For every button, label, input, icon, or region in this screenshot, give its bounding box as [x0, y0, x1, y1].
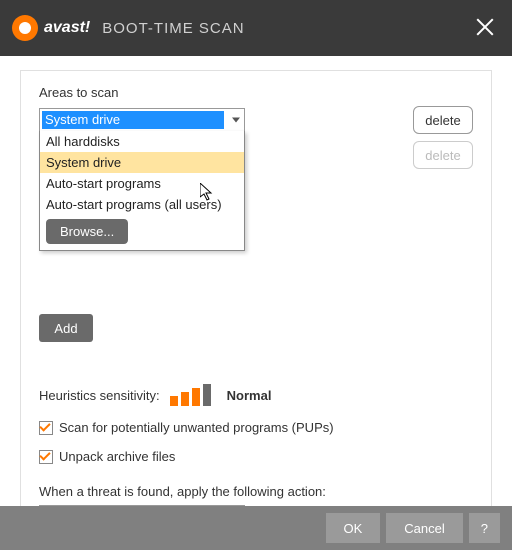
delete-button-1[interactable]: delete: [413, 106, 473, 134]
threat-action-label: When a threat is found, apply the follow…: [39, 484, 473, 499]
ok-button[interactable]: OK: [326, 513, 381, 543]
help-button[interactable]: ?: [469, 513, 500, 543]
add-button[interactable]: Add: [39, 314, 93, 342]
dropdown-option-autostart-allusers[interactable]: Auto-start programs (all users): [40, 194, 244, 215]
brand-text: avast!: [44, 19, 90, 37]
brand-logo: avast! BOOT-TIME SCAN: [12, 15, 245, 41]
areas-label: Areas to scan: [39, 85, 473, 100]
window-title: BOOT-TIME SCAN: [102, 20, 244, 37]
close-icon[interactable]: [474, 16, 496, 38]
browse-button[interactable]: Browse...: [46, 219, 128, 244]
footer-bar: OK Cancel ?: [0, 506, 512, 550]
checkbox-pups[interactable]: [39, 421, 53, 435]
cancel-button[interactable]: Cancel: [386, 513, 462, 543]
checkbox-unpack[interactable]: [39, 450, 53, 464]
checkbox-pups-label: Scan for potentially unwanted programs (…: [59, 420, 334, 435]
chevron-down-icon: [232, 118, 240, 123]
area-row-1: System drive delete: [39, 106, 473, 134]
sensitivity-bars-icon[interactable]: [170, 384, 211, 406]
dropdown-option-autostart[interactable]: Auto-start programs: [40, 173, 244, 194]
area-select-value: System drive: [42, 111, 224, 129]
checkbox-unpack-row[interactable]: Unpack archive files: [39, 449, 473, 464]
heuristics-value: Normal: [227, 388, 272, 403]
avast-logo-icon: [12, 15, 38, 41]
checkbox-pups-row[interactable]: Scan for potentially unwanted programs (…: [39, 420, 473, 435]
checkbox-unpack-label: Unpack archive files: [59, 449, 175, 464]
heuristics-row: Heuristics sensitivity: Normal: [39, 384, 473, 406]
delete-button-disabled: delete: [413, 141, 473, 169]
heuristics-label: Heuristics sensitivity:: [39, 388, 160, 403]
title-bar: avast! BOOT-TIME SCAN: [0, 0, 512, 56]
area-dropdown: All harddisks System drive Auto-start pr…: [39, 131, 245, 251]
settings-panel: Areas to scan System drive delete delete…: [20, 70, 492, 548]
area-select-1[interactable]: System drive: [39, 108, 245, 132]
dropdown-option-system-drive[interactable]: System drive: [40, 152, 244, 173]
dropdown-option-all-harddisks[interactable]: All harddisks: [40, 131, 244, 152]
